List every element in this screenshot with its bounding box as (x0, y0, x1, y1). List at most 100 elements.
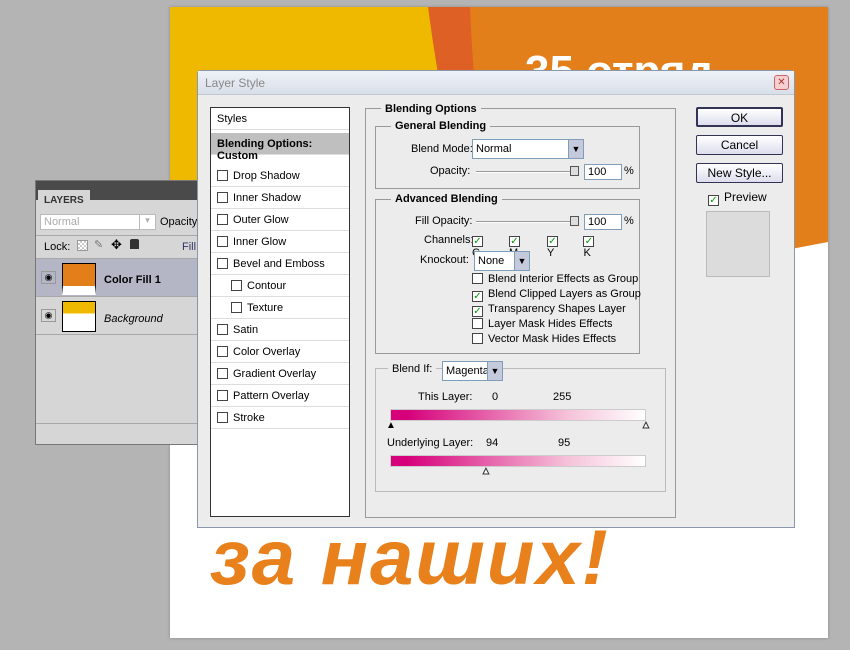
layer-blend-mode-select[interactable]: Normal ▾ (40, 214, 156, 230)
chevron-down-icon: ▼ (568, 140, 583, 158)
style-item-label: Texture (247, 302, 284, 314)
blend-mode-label: Blend Mode: (411, 143, 473, 155)
new-style-button[interactable]: New Style... (696, 163, 783, 183)
style-item-label: Blending Options: Custom (217, 138, 313, 162)
channel-label: Y (546, 247, 555, 259)
style-item-label: Inner Shadow (233, 192, 301, 204)
style-item[interactable]: Satin (211, 319, 349, 341)
style-item[interactable]: Gradient Overlay (211, 363, 349, 385)
cancel-button[interactable]: Cancel (696, 135, 783, 155)
style-item[interactable]: Bevel and Emboss (211, 253, 349, 275)
this-layer-black-slider[interactable]: ▲ (386, 420, 396, 431)
checkbox-icon (472, 273, 483, 284)
lock-transparency-icon[interactable] (77, 240, 88, 251)
blend-mode-value: Normal (476, 143, 512, 155)
blend-mode-value: Normal (44, 216, 80, 228)
style-item[interactable]: Inner Glow (211, 231, 349, 253)
option-label: Blend Clipped Layers as Group (488, 288, 641, 300)
slider-thumb[interactable] (570, 216, 579, 226)
underlying-layer-slider[interactable]: ▲ (481, 466, 492, 478)
knockout-select[interactable]: None ▼ (474, 251, 530, 271)
chevron-down-icon: ▼ (487, 362, 502, 380)
opacity-slider[interactable] (476, 166, 579, 176)
style-item[interactable]: Contour (211, 275, 349, 297)
checkbox-icon: ✓ (708, 195, 719, 206)
style-item-label: Stroke (233, 412, 265, 424)
layers-tab[interactable]: LAYERS (38, 190, 90, 210)
style-item-label: Pattern Overlay (233, 390, 310, 402)
checkbox-icon[interactable] (231, 302, 242, 313)
blend-if-select[interactable]: Magenta ▼ (442, 361, 503, 381)
blending-options-heading: Blending Options (381, 103, 481, 115)
option-label: Blend Interior Effects as Group (488, 273, 639, 285)
checkbox-icon[interactable] (217, 214, 228, 225)
knockout-value: None (478, 255, 505, 267)
advanced-option-checkbox[interactable]: Layer Mask Hides Effects (472, 318, 641, 333)
this-layer-label: This Layer: (418, 391, 473, 403)
style-item[interactable]: Color Overlay (211, 341, 349, 363)
preview-checkbox[interactable]: ✓ Preview (708, 190, 767, 206)
style-item-label: Gradient Overlay (233, 368, 317, 380)
style-item[interactable]: Drop Shadow (211, 165, 349, 187)
preview-swatch (706, 211, 770, 277)
option-label: Transparency Shapes Layer (488, 303, 626, 315)
lock-brush-icon[interactable]: ✎ (94, 238, 103, 251)
underlying-layer-low: 94 (486, 437, 499, 449)
chevron-down-icon: ▾ (139, 215, 155, 229)
this-layer-low: 0 (492, 391, 499, 403)
slider-thumb[interactable] (570, 166, 579, 176)
style-item[interactable]: Pattern Overlay (211, 385, 349, 407)
lock-all-icon[interactable] (130, 239, 139, 249)
blend-if-label: Blend If: (388, 363, 437, 375)
close-icon[interactable]: ✕ (774, 75, 789, 90)
checkbox-icon: ✓ (583, 236, 595, 247)
chevron-down-icon: ▼ (514, 252, 529, 270)
style-item[interactable]: Inner Shadow (211, 187, 349, 209)
layer-row-background[interactable]: ◉ Background (36, 296, 199, 334)
checkbox-icon[interactable] (217, 346, 228, 357)
channel-checkbox[interactable]: ✓K (583, 233, 602, 259)
styles-header[interactable]: Styles (211, 108, 349, 130)
style-item[interactable]: Blending Options: Custom (211, 133, 349, 162)
blend-mode-select[interactable]: Normal ▼ (472, 139, 584, 159)
fill-opacity-input[interactable]: 100 (584, 214, 622, 230)
lock-move-icon[interactable]: ✥ (111, 237, 122, 253)
style-item[interactable]: Stroke (211, 407, 349, 429)
percent-label: % (624, 165, 634, 177)
checkbox-icon[interactable] (217, 368, 228, 379)
advanced-option-checkbox[interactable]: Blend Interior Effects as Group (472, 273, 641, 288)
checkbox-icon[interactable] (217, 192, 228, 203)
option-label: Vector Mask Hides Effects (488, 333, 617, 345)
eye-icon[interactable]: ◉ (41, 309, 56, 322)
advanced-blending-heading: Advanced Blending (391, 193, 502, 205)
checkbox-icon[interactable] (217, 258, 228, 269)
checkbox-icon[interactable] (217, 170, 228, 181)
advanced-option-checkbox[interactable]: Vector Mask Hides Effects (472, 333, 641, 348)
style-item[interactable]: Texture (211, 297, 349, 319)
layer-name: Background (104, 313, 163, 325)
advanced-option-checkbox[interactable]: ✓ Blend Clipped Layers as Group (472, 288, 641, 303)
preview-label: Preview (724, 190, 767, 204)
checkbox-icon[interactable] (231, 280, 242, 291)
styles-list: Styles Blending Options: Custom Drop Shad… (210, 107, 350, 517)
checkbox-icon: ✓ (546, 236, 558, 247)
checkbox-icon[interactable] (217, 390, 228, 401)
advanced-options: Blend Interior Effects as Group ✓ Blend Cl… (472, 273, 641, 348)
channel-checkbox[interactable]: ✓Y (546, 233, 566, 259)
general-blending-heading: General Blending (391, 120, 491, 132)
checkbox-icon[interactable] (217, 236, 228, 247)
dialog-title: Layer Style (198, 71, 794, 95)
style-item[interactable]: Outer Glow (211, 209, 349, 231)
layer-row-color-fill[interactable]: ◉ Color Fill 1 (36, 258, 199, 296)
checkbox-icon[interactable] (217, 324, 228, 335)
channel-label: K (583, 247, 591, 259)
ok-button[interactable]: OK (696, 107, 783, 127)
eye-icon[interactable]: ◉ (41, 271, 56, 284)
style-item-label: Satin (233, 324, 259, 336)
opacity-input[interactable]: 100 (584, 164, 622, 180)
checkbox-icon[interactable] (217, 412, 228, 423)
style-item-label: Inner Glow (233, 236, 287, 248)
advanced-option-checkbox[interactable]: ✓ Transparency Shapes Layer (472, 303, 641, 318)
this-layer-white-slider[interactable]: ▲ (641, 420, 652, 432)
fill-opacity-slider[interactable] (476, 216, 579, 226)
